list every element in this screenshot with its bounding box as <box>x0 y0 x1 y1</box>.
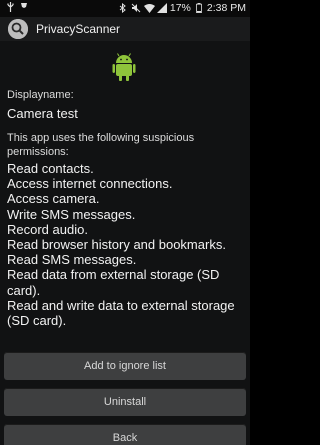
mute-icon <box>131 3 141 13</box>
permission-item: Access camera. <box>7 191 100 207</box>
permission-list: Read contacts. Access internet connectio… <box>7 161 245 328</box>
back-button[interactable]: Back <box>4 424 246 445</box>
app-name: Camera test <box>7 106 78 121</box>
battery-percent: 17% <box>169 2 191 14</box>
bluetooth-icon <box>118 2 128 14</box>
screen: 17% 2:38 PM PrivacyScanner Displayname: … <box>0 0 250 445</box>
permission-item: Read contacts. <box>7 161 94 176</box>
permission-item: Access internet connections. <box>7 176 173 192</box>
status-right-icons: 17% 2:38 PM <box>118 2 246 14</box>
displayname-label: Displayname: <box>7 89 74 101</box>
clock: 2:38 PM <box>206 2 246 14</box>
permissions-intro: This app uses the following suspicious p… <box>7 132 195 158</box>
permission-item: Read SMS messages. <box>7 252 137 268</box>
battery-icon <box>194 3 204 14</box>
status-left-icons <box>5 2 29 12</box>
permission-item: Read data from external storage (SD card… <box>7 267 220 298</box>
permission-item: Record audio. <box>7 221 88 237</box>
android-icon <box>111 52 137 82</box>
usb-icon <box>5 2 15 12</box>
signal-icon <box>156 3 167 13</box>
wifi-icon <box>143 3 155 13</box>
search-icon[interactable] <box>8 19 28 39</box>
permission-item: Write SMS messages. <box>7 206 136 222</box>
permission-item: Read browser history and bookmarks. <box>7 237 226 253</box>
app-title: PrivacyScanner <box>36 22 121 36</box>
app-bar: PrivacyScanner <box>0 17 250 41</box>
app-details: Displayname: Camera test This app uses t… <box>7 89 245 328</box>
uninstall-button[interactable]: Uninstall <box>4 388 246 416</box>
add-to-ignore-list-button[interactable]: Add to ignore list <box>4 352 246 380</box>
permission-item: Read and write data to external storage … <box>7 297 235 329</box>
status-bar: 17% 2:38 PM <box>0 0 250 17</box>
pin-icon <box>19 2 29 12</box>
